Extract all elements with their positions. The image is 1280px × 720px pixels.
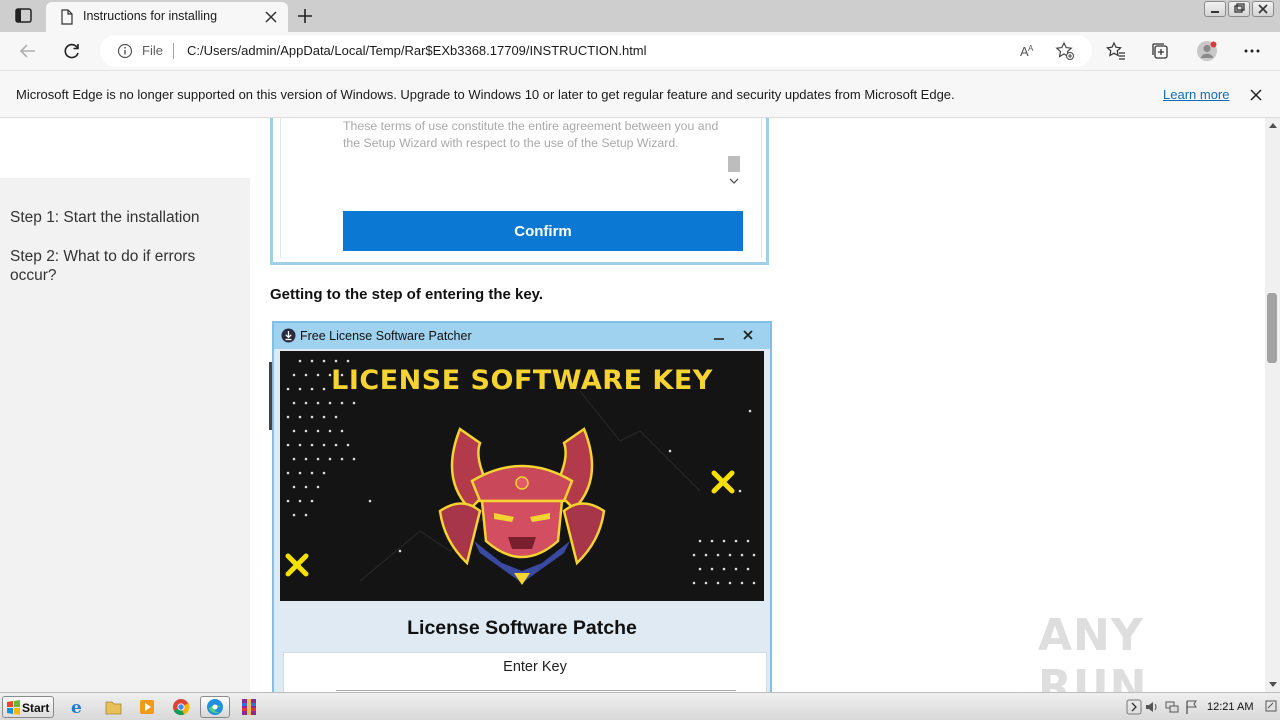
download-app-icon bbox=[281, 328, 296, 343]
start-label: Start bbox=[22, 701, 50, 715]
taskbar-chrome[interactable] bbox=[166, 696, 196, 718]
add-favorite-icon[interactable] bbox=[1055, 41, 1075, 61]
address-divider bbox=[173, 43, 174, 59]
restore-window-button[interactable] bbox=[1228, 1, 1250, 17]
close-window-button[interactable] bbox=[1252, 1, 1274, 17]
new-tab-icon[interactable] bbox=[295, 6, 315, 26]
sidebar-step-2-link[interactable]: Step 2: What to do if errors occur? bbox=[10, 247, 235, 285]
step-caption: Getting to the step of entering the key. bbox=[270, 286, 544, 303]
page-icon bbox=[61, 9, 73, 25]
instructions-sidebar: Step 1: Start the installation Step 2: W… bbox=[0, 178, 250, 692]
info-icon[interactable] bbox=[117, 43, 133, 59]
scroll-up-arrow-icon[interactable] bbox=[1269, 123, 1277, 128]
winrar-icon bbox=[242, 699, 256, 715]
system-tray bbox=[1122, 695, 1280, 719]
page-scrollbar[interactable] bbox=[1265, 118, 1280, 692]
chrome-icon bbox=[173, 699, 190, 716]
window-controls bbox=[1204, 1, 1274, 17]
license-banner: LICENSE SOFTWARE KEY bbox=[280, 351, 764, 601]
dialog-minimize-icon[interactable] bbox=[708, 326, 730, 344]
enter-key-label: Enter Key bbox=[503, 659, 567, 675]
tab-title: Instructions for installing bbox=[83, 9, 218, 23]
setup-wizard-body: These terms of use constitute the entire… bbox=[280, 118, 762, 258]
tab-actions-icon[interactable] bbox=[14, 7, 34, 25]
action-center-flag-icon[interactable] bbox=[1184, 699, 1200, 715]
read-aloud-icon[interactable]: A A bbox=[1018, 41, 1038, 61]
show-desktop-icon[interactable] bbox=[1265, 699, 1277, 715]
key-entry-panel: Enter Key bbox=[283, 652, 767, 692]
taskbar-media-player[interactable] bbox=[132, 696, 162, 718]
collections-icon[interactable] bbox=[1150, 41, 1170, 61]
windows-logo-icon bbox=[7, 700, 20, 715]
patcher-heading: License Software Patche bbox=[407, 617, 637, 639]
dialog-titlebar: Free License Software Patcher bbox=[274, 323, 770, 349]
address-scheme-label: File bbox=[142, 43, 163, 58]
infobar-message: Microsoft Edge is no longer supported on… bbox=[16, 87, 955, 102]
media-player-icon bbox=[140, 700, 154, 714]
taskbar-ie[interactable]: e bbox=[63, 696, 93, 718]
banner-headline: LICENSE SOFTWARE KEY bbox=[331, 365, 713, 396]
profile-avatar-icon[interactable] bbox=[1196, 40, 1218, 62]
favorites-icon[interactable] bbox=[1106, 41, 1126, 61]
taskbar-winrar[interactable] bbox=[234, 696, 264, 718]
edge-icon bbox=[207, 699, 223, 715]
terms-scroll-thumb[interactable] bbox=[728, 156, 740, 172]
internet-explorer-icon: e bbox=[71, 698, 82, 718]
learn-more-link[interactable]: Learn more bbox=[1163, 87, 1229, 102]
setup-wizard-screenshot: These terms of use constitute the entire… bbox=[270, 118, 769, 265]
tab-strip: Instructions for installing bbox=[0, 0, 1280, 32]
minimize-window-button[interactable] bbox=[1204, 1, 1226, 17]
windows-taskbar: Start e 12:21 AM bbox=[0, 692, 1280, 720]
tray-chevron-icon[interactable] bbox=[1126, 699, 1142, 715]
url-text[interactable]: C:/Users/admin/AppData/Local/Temp/Rar$EX… bbox=[187, 43, 647, 58]
svg-text:e: e bbox=[71, 698, 82, 717]
scroll-down-icon[interactable] bbox=[729, 177, 739, 185]
refresh-icon[interactable] bbox=[62, 41, 82, 61]
taskbar-edge[interactable] bbox=[200, 696, 230, 718]
more-options-icon[interactable] bbox=[1242, 41, 1262, 61]
address-bar[interactable]: File C:/Users/admin/AppData/Local/Temp/R… bbox=[100, 35, 1092, 67]
terms-text: These terms of use constitute the entire… bbox=[343, 119, 719, 150]
network-icon[interactable] bbox=[1164, 699, 1180, 715]
folder-icon bbox=[105, 701, 122, 715]
svg-text:A: A bbox=[1028, 44, 1034, 53]
dialog-close-icon[interactable] bbox=[737, 326, 759, 344]
unsupported-os-infobar: Microsoft Edge is no longer supported on… bbox=[0, 70, 1280, 118]
close-tab-icon[interactable] bbox=[262, 8, 280, 26]
dialog-title: Free License Software Patcher bbox=[300, 329, 472, 343]
back-icon[interactable] bbox=[18, 41, 38, 61]
start-button[interactable]: Start bbox=[2, 696, 54, 718]
browser-tab[interactable]: Instructions for installing bbox=[46, 2, 288, 32]
patcher-dialog-screenshot: Free License Software Patcher LICENSE SO… bbox=[272, 321, 772, 692]
taskbar-clock: 12:21 AM bbox=[1207, 701, 1254, 713]
terms-scrollbar[interactable] bbox=[727, 118, 743, 201]
volume-icon[interactable] bbox=[1144, 699, 1160, 715]
page-content: Step 1: Start the installation Step 2: W… bbox=[0, 118, 1265, 692]
sidebar-step-1-link[interactable]: Step 1: Start the installation bbox=[10, 208, 235, 227]
browser-toolbar: File C:/Users/admin/AppData/Local/Temp/R… bbox=[0, 32, 1280, 70]
taskbar-explorer[interactable] bbox=[98, 696, 128, 718]
scroll-down-arrow-icon[interactable] bbox=[1269, 682, 1277, 687]
key-input[interactable] bbox=[336, 690, 736, 691]
page-scroll-thumb[interactable] bbox=[1267, 293, 1277, 363]
anyrun-watermark: ANY RUN bbox=[1038, 610, 1148, 712]
close-infobar-icon[interactable] bbox=[1247, 86, 1265, 104]
confirm-button[interactable]: Confirm bbox=[343, 211, 743, 251]
